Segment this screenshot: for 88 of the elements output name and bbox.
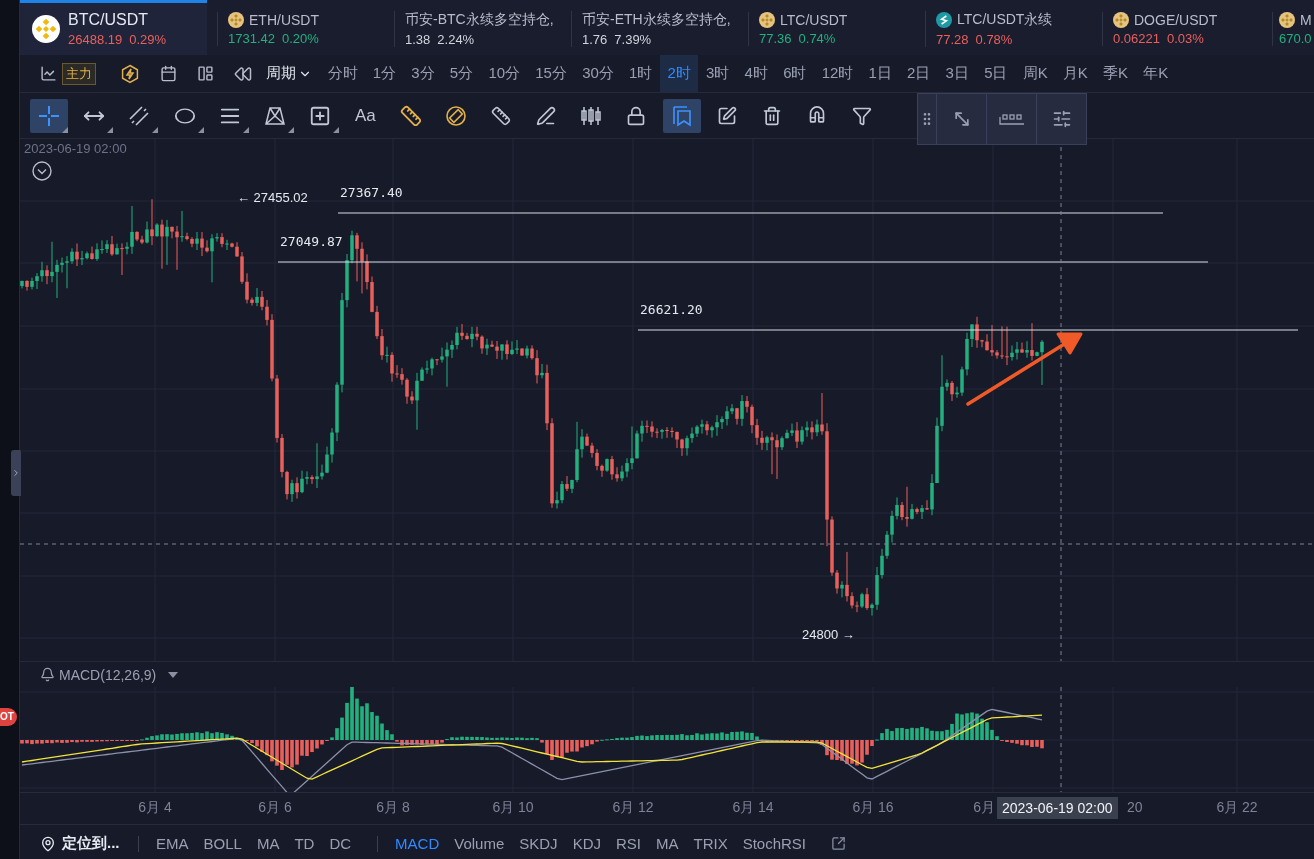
period-dropdown[interactable]: 周期 bbox=[262, 64, 320, 83]
cursor-time: 2023-06-19 02:00 bbox=[24, 141, 127, 156]
price-extreme-label: ← 27455.02 bbox=[237, 190, 308, 205]
indicator-tab[interactable]: TRIX bbox=[686, 835, 736, 852]
ticker-tab[interactable]: ETH/USDT 1731.42 0.20% bbox=[207, 0, 384, 55]
ticker-change: 0.78% bbox=[975, 32, 1013, 47]
ticker-name: 币安-BTC永续多空持仓, bbox=[405, 11, 554, 29]
indicator-tab[interactable]: BOLL bbox=[196, 835, 250, 852]
ticker-tab[interactable]: BTC/USDT 26488.19 0.29% bbox=[20, 0, 207, 55]
period-tab[interactable]: 5分 bbox=[442, 55, 481, 92]
period-tab[interactable]: 3分 bbox=[403, 55, 443, 92]
ticker-price: 26488.19 bbox=[68, 32, 123, 47]
axis-label: 6月 8 bbox=[376, 799, 410, 815]
indicator-tab[interactable]: StochRSI bbox=[735, 835, 814, 852]
axis-label: 6月 16 bbox=[852, 799, 894, 815]
axis-label: 6月 6 bbox=[258, 799, 292, 815]
indicator-tab[interactable]: EMA bbox=[148, 835, 197, 852]
axis-label: 6月 10 bbox=[492, 799, 534, 815]
axis-label: 20 bbox=[1127, 799, 1143, 815]
ticker-name: LTC/USDT永续 bbox=[957, 11, 1053, 29]
period-tab[interactable]: 2时 bbox=[659, 55, 699, 92]
time-tooltip: 2023-06-19 02:00 bbox=[997, 797, 1118, 819]
ticker-name: LTC/USDT bbox=[780, 12, 848, 28]
indicator-tab[interactable]: TD bbox=[286, 835, 322, 852]
period-tab[interactable]: 1分 bbox=[365, 55, 404, 92]
period-tab[interactable]: 周K bbox=[1015, 55, 1056, 92]
ticker-change: 2.24% bbox=[437, 32, 475, 47]
ticker-tab[interactable]: M 670.0 bbox=[1269, 0, 1313, 55]
ticker-change: 7.39% bbox=[614, 32, 652, 47]
main-badge[interactable]: 主力 bbox=[62, 62, 96, 85]
indicator-tab[interactable]: DC bbox=[321, 835, 359, 852]
indicator-tab[interactable]: SKDJ bbox=[511, 835, 566, 852]
period-tab[interactable]: 年K bbox=[1135, 55, 1176, 92]
axis-label: 6月 12 bbox=[612, 799, 654, 815]
locate-button[interactable]: 定位到... bbox=[40, 834, 120, 853]
indicator-tab[interactable]: MA bbox=[648, 835, 686, 852]
ticker-name: DOGE/USDT bbox=[1134, 12, 1218, 28]
ticker-tab[interactable]: DOGE/USDT 0.06221 0.03% bbox=[1092, 0, 1269, 55]
ticker-change: 0.20% bbox=[282, 31, 319, 46]
ticker-name: ETH/USDT bbox=[249, 12, 319, 28]
period-tab[interactable]: 15分 bbox=[527, 55, 575, 92]
ticker-tab[interactable]: 币安-ETH永续多空持仓, 1.76 7.39% bbox=[561, 0, 738, 55]
indicator-tab[interactable]: MACD bbox=[387, 835, 447, 852]
ticker-tab[interactable]: LTC/USDT永续 77.28 0.78% bbox=[915, 0, 1092, 55]
period-tab[interactable]: 5日 bbox=[976, 55, 1016, 92]
period-tab[interactable]: 4时 bbox=[737, 55, 776, 92]
ticker-price: 670.0 bbox=[1279, 31, 1312, 46]
axis-label: 6月 bbox=[973, 799, 995, 815]
period-tab[interactable]: 10分 bbox=[480, 55, 528, 92]
price-level-label: 27049.87 bbox=[280, 234, 343, 249]
indicator-tab[interactable]: KDJ bbox=[565, 835, 609, 852]
hot-badge: OT bbox=[0, 708, 17, 726]
ticker-change: 0.74% bbox=[798, 31, 836, 46]
indicator-tab[interactable]: Volume bbox=[446, 835, 512, 852]
period-tab[interactable]: 月K bbox=[1055, 55, 1096, 92]
price-level-label: 26621.20 bbox=[640, 302, 703, 317]
period-tab[interactable]: 2日 bbox=[899, 55, 938, 92]
ticker-price: 1.76 bbox=[582, 32, 608, 47]
ticker-name: M bbox=[1300, 12, 1312, 28]
ticker-name: 币安-ETH永续多空持仓, bbox=[582, 11, 731, 29]
price-level-label: 27367.40 bbox=[340, 185, 403, 200]
period-tab[interactable]: 6时 bbox=[775, 55, 815, 92]
drawing-tool-button[interactable]: Aa bbox=[346, 98, 385, 133]
period-tab[interactable]: 3日 bbox=[938, 55, 977, 92]
ticker-tab[interactable]: 币安-BTC永续多空持仓, 1.38 2.24% bbox=[384, 0, 561, 55]
ticker-name: BTC/USDT bbox=[68, 11, 148, 29]
period-tab[interactable]: 30分 bbox=[574, 55, 622, 92]
period-tab[interactable]: 12时 bbox=[814, 55, 861, 92]
axis-label: 6月 22 bbox=[1216, 799, 1258, 815]
ticker-price: 1731.42 bbox=[228, 31, 275, 46]
period-tab[interactable]: 3时 bbox=[698, 55, 737, 92]
ticker-price: 0.06221 bbox=[1113, 31, 1160, 46]
ticker-price: 77.28 bbox=[936, 32, 969, 47]
indicator-tab[interactable]: RSI bbox=[608, 835, 649, 852]
period-tab[interactable]: 分时 bbox=[320, 55, 366, 92]
price-extreme-label: 24800 → bbox=[802, 627, 855, 642]
period-tab[interactable]: 1时 bbox=[621, 55, 660, 92]
axis-label: 6月 14 bbox=[732, 799, 774, 815]
ticker-change: 0.29% bbox=[129, 32, 167, 47]
ticker-price: 1.38 bbox=[405, 32, 431, 47]
period-tab[interactable]: 1日 bbox=[860, 55, 900, 92]
indicator-title: MACD(12,26,9) bbox=[59, 666, 157, 683]
ticker-change: 0.03% bbox=[1167, 31, 1204, 46]
axis-label: 6月 4 bbox=[138, 799, 172, 815]
ticker-price: 77.36 bbox=[759, 31, 792, 46]
indicator-tab[interactable]: MA bbox=[249, 835, 287, 852]
ticker-tab[interactable]: LTC/USDT 77.36 0.74% bbox=[738, 0, 915, 55]
period-tab[interactable]: 季K bbox=[1095, 55, 1136, 92]
